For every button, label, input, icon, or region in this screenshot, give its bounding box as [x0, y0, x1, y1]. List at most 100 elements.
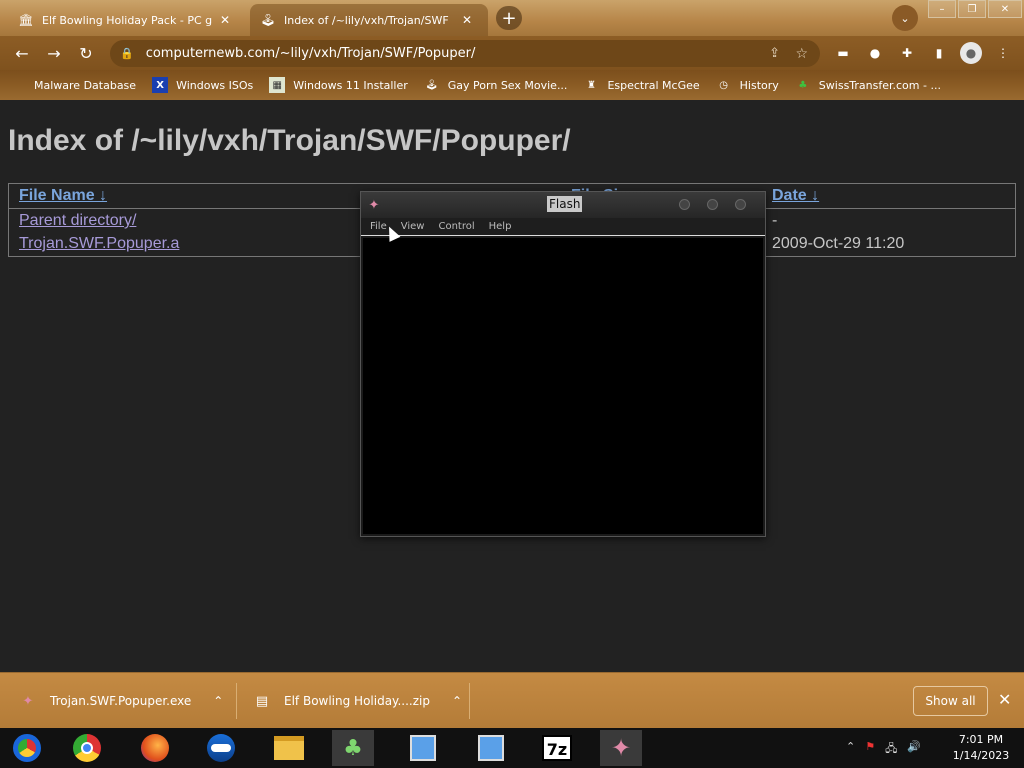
- 7zip-icon[interactable]: 7z: [536, 730, 578, 766]
- restore-button[interactable]: ❐: [958, 0, 986, 18]
- download-item[interactable]: ✦ Trojan.SWF.Popuper.exe ⌃: [20, 673, 224, 729]
- lock-icon[interactable]: 🔒: [120, 47, 134, 60]
- flash-window-title: Flash: [547, 196, 583, 212]
- bookmark-movie[interactable]: 🕹 Gay Porn Sex Movie...: [424, 77, 568, 93]
- row-date: -: [772, 212, 778, 229]
- flash-icon: ✦: [368, 197, 380, 213]
- download-item[interactable]: ▤ Elf Bowling Holiday....zip ⌃: [254, 673, 462, 729]
- tab-title: Elf Bowling Holiday Pack - PC gam: [42, 13, 212, 27]
- swiss-icon: ♣: [798, 79, 808, 91]
- bookmark-label: Gay Porn Sex Movie...: [447, 78, 568, 92]
- opera-icon[interactable]: [200, 730, 242, 766]
- flag-icon[interactable]: ⚑: [865, 740, 875, 759]
- x-logo-icon: X: [152, 77, 169, 93]
- flash-close-button[interactable]: [735, 199, 746, 210]
- flash-minimize-button[interactable]: [679, 199, 690, 210]
- system-tray: ⌃ ⚑ 🖧 🔊: [846, 740, 931, 759]
- reload-icon[interactable]: ↻: [76, 43, 96, 63]
- flash-icon[interactable]: ✦: [600, 730, 642, 766]
- tab-index[interactable]: 🕹 Index of /~lily/vxh/Trojan/SWF ✕: [250, 4, 488, 36]
- msn-icon[interactable]: ♣: [332, 730, 374, 766]
- parent-directory-link[interactable]: Parent directory/: [19, 212, 136, 230]
- setup-icon[interactable]: [402, 730, 444, 766]
- minimize-button[interactable]: –: [928, 0, 956, 18]
- file-link[interactable]: Trojan.SWF.Popuper.a: [19, 235, 179, 253]
- bookmark-label: Windows 11 Installer: [293, 78, 408, 92]
- forward-icon[interactable]: →: [44, 43, 64, 63]
- history-icon: ◷: [719, 79, 729, 91]
- clock[interactable]: 7:01 PM 1/14/2023: [946, 732, 1016, 764]
- joystick-icon: 🕹: [260, 13, 276, 27]
- column-date[interactable]: Date ↓: [772, 187, 819, 205]
- menu-control[interactable]: Control: [438, 221, 474, 232]
- chevron-up-icon[interactable]: ⌃: [846, 740, 855, 759]
- museum-icon: 🏛: [18, 13, 34, 27]
- network-icon[interactable]: 🖧: [885, 740, 897, 759]
- download-filename: Elf Bowling Holiday....zip: [284, 694, 430, 708]
- profile-icon[interactable]: ●: [960, 42, 982, 64]
- chrome-old-icon[interactable]: [6, 730, 48, 766]
- flash-titlebar[interactable]: ✦ Flash: [361, 192, 765, 218]
- chevron-up-icon[interactable]: ⌃: [213, 694, 223, 708]
- url-text[interactable]: computernewb.com/~lily/vxh/Trojan/SWF/Po…: [146, 46, 476, 61]
- tab-elf-bowling[interactable]: 🏛 Elf Bowling Holiday Pack - PC gam ✕: [8, 4, 248, 36]
- extensions-puzzle-icon[interactable]: ✚: [898, 44, 916, 62]
- tab-title: Index of /~lily/vxh/Trojan/SWF: [284, 13, 449, 27]
- divider: [469, 683, 470, 719]
- taskbar: ♣ 7z ✦ ⌃ ⚑ 🖧 🔊 7:01 PM 1/14/2023: [0, 728, 1024, 768]
- toolbar: ← → ↻ 🔒 computernewb.com/~lily/vxh/Troja…: [0, 36, 1024, 70]
- download-filename: Trojan.SWF.Popuper.exe: [50, 694, 192, 708]
- bookmark-windows-isos[interactable]: X Windows ISOs: [152, 77, 253, 93]
- flash-menubar: File View Control Help: [361, 218, 765, 236]
- file-explorer-icon[interactable]: [268, 730, 310, 766]
- column-file-name[interactable]: File Name ↓: [19, 187, 107, 205]
- bookmark-label: Espectral McGee: [607, 78, 700, 92]
- side-panel-icon[interactable]: ▮: [930, 44, 948, 62]
- zip-file-icon: ▤: [255, 693, 269, 709]
- flash-maximize-button[interactable]: [707, 199, 718, 210]
- bookmark-swisstransfer[interactable]: ♣ SwissTransfer.com - ...: [795, 77, 941, 93]
- bookmarks-bar: Malware Database X Windows ISOs ▦ Window…: [0, 70, 1024, 100]
- bookmark-label: SwissTransfer.com - ...: [818, 78, 941, 92]
- menu-view[interactable]: View: [401, 221, 425, 232]
- bookmark-espectral-mcgee[interactable]: ♜ Espectral McGee: [583, 77, 700, 93]
- new-tab-button[interactable]: +: [496, 6, 522, 30]
- flash-file-icon: ✦: [22, 693, 34, 709]
- bookmark-windows-11-installer[interactable]: ▦ Windows 11 Installer: [269, 77, 408, 93]
- close-icon[interactable]: ✕: [998, 690, 1011, 709]
- chrome-icon[interactable]: [66, 730, 108, 766]
- back-icon[interactable]: ←: [12, 43, 32, 63]
- row-date: 2009-Oct-29 11:20: [772, 235, 905, 252]
- tab-close-icon[interactable]: ✕: [462, 13, 472, 27]
- menu-kebab-icon[interactable]: ⋮: [994, 44, 1012, 62]
- volume-icon[interactable]: 🔊: [907, 740, 921, 759]
- blank-page-icon: [10, 77, 26, 93]
- menu-help[interactable]: Help: [489, 221, 512, 232]
- tab-strip: 🏛 Elf Bowling Holiday Pack - PC gam ✕ 🕹 …: [0, 0, 1024, 36]
- chevron-up-icon[interactable]: ⌃: [452, 694, 462, 708]
- bookmark-malware-database[interactable]: Malware Database: [10, 77, 136, 93]
- bookmark-history[interactable]: ◷ History: [716, 77, 779, 93]
- joystick-icon: 🕹: [425, 79, 439, 91]
- bookmark-label: Windows ISOs: [176, 78, 254, 92]
- date-text: 1/14/2023: [952, 749, 1010, 762]
- flash-player-window[interactable]: ✦ Flash File View Control Help: [360, 191, 766, 537]
- address-bar[interactable]: 🔒 computernewb.com/~lily/vxh/Trojan/SWF/…: [110, 40, 820, 67]
- avatar-extension-icon[interactable]: ●: [866, 44, 884, 62]
- tab-close-icon[interactable]: ✕: [220, 13, 230, 27]
- bookmark-star-icon[interactable]: ☆: [795, 46, 808, 62]
- bookmark-label: Malware Database: [34, 78, 137, 92]
- figure-icon: ♜: [586, 79, 596, 91]
- tab-search-button[interactable]: ⌄: [892, 5, 918, 31]
- setup-icon[interactable]: [470, 730, 512, 766]
- divider: [236, 683, 237, 719]
- bookmark-label: History: [739, 78, 779, 92]
- share-icon[interactable]: ⇪: [769, 46, 780, 61]
- flash-stage[interactable]: [363, 238, 763, 534]
- flag-extension-icon[interactable]: ▬: [834, 44, 852, 62]
- page-title: Index of /~lily/vxh/Trojan/SWF/Popuper/: [8, 124, 571, 157]
- firefox-icon[interactable]: [134, 730, 176, 766]
- show-all-button[interactable]: Show all: [913, 686, 988, 716]
- window-controls: – ❐ ✕: [926, 0, 1022, 18]
- close-window-button[interactable]: ✕: [988, 0, 1022, 18]
